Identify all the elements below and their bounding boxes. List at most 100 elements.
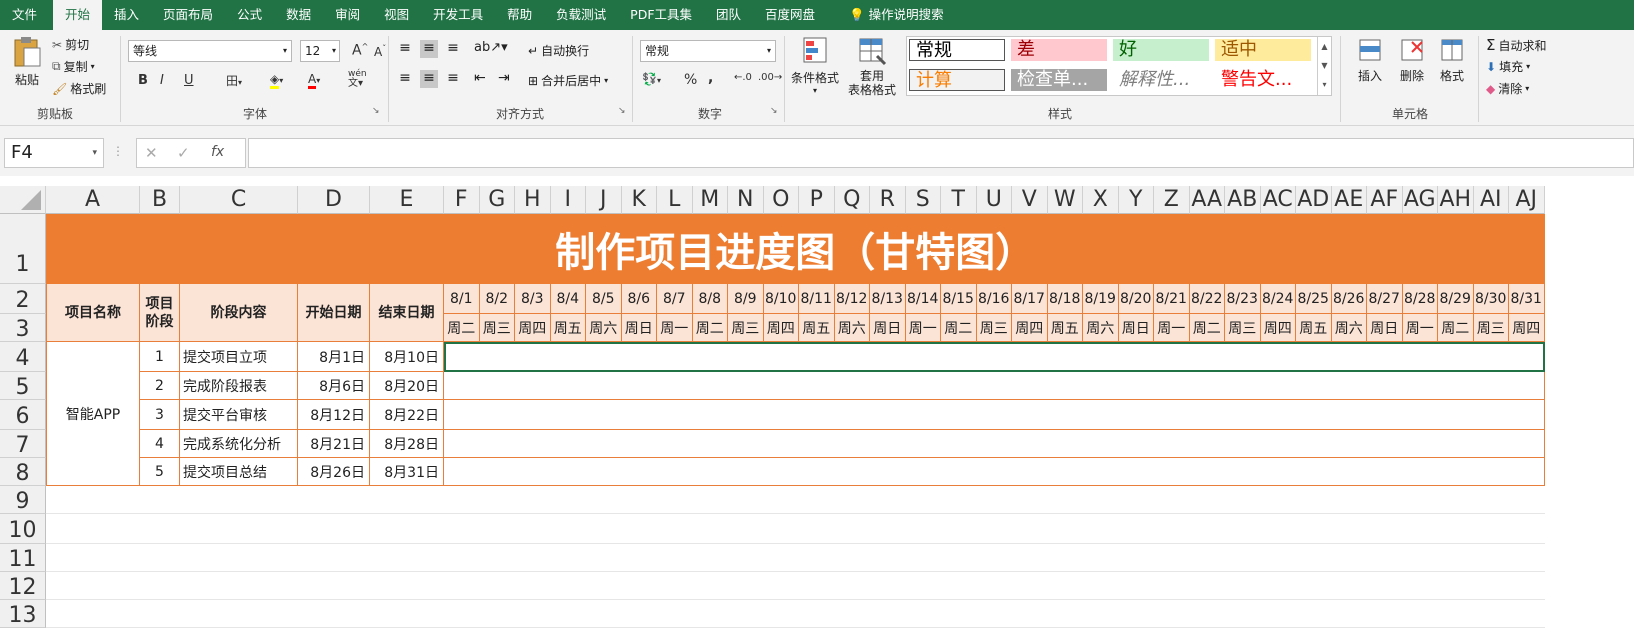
row-header-3[interactable]: 3 <box>0 314 46 342</box>
weekday-header[interactable]: 周六 <box>834 314 870 342</box>
comma-button[interactable]: , <box>708 70 713 86</box>
stage-cell[interactable]: 2 <box>140 372 180 400</box>
cell-style-6[interactable]: 解释性... <box>1113 69 1209 91</box>
select-all-corner[interactable] <box>0 186 46 214</box>
menu-2[interactable]: 插入 <box>102 0 151 30</box>
column-header-Z[interactable]: Z <box>1154 186 1190 214</box>
header-start[interactable]: 开始日期 <box>298 284 370 342</box>
weekday-header[interactable]: 周三 <box>976 314 1012 342</box>
date-header[interactable]: 8/11 <box>799 284 835 314</box>
clear-button[interactable]: ◆ 清除 ▾ <box>1486 80 1529 97</box>
cell-style-0[interactable]: 常规 <box>909 39 1005 61</box>
align-top-icon[interactable]: ≡ <box>396 40 414 58</box>
date-header[interactable]: 8/21 <box>1154 284 1190 314</box>
weekday-header[interactable]: 周五 <box>550 314 586 342</box>
copy-button[interactable]: ⧉ 复制 ▾ <box>52 58 95 75</box>
weekday-header[interactable]: 周二 <box>1438 314 1474 342</box>
cell-style-1[interactable]: 差 <box>1011 39 1107 61</box>
column-header-R[interactable]: R <box>870 186 906 214</box>
grow-font-button[interactable]: A^ <box>352 42 368 59</box>
bold-button[interactable]: B <box>138 73 148 88</box>
column-header-E[interactable]: E <box>370 186 444 214</box>
start-date-cell[interactable]: 8月6日 <box>298 372 370 400</box>
menu-6[interactable]: 审阅 <box>323 0 372 30</box>
row-header-10[interactable]: 10 <box>0 514 46 544</box>
menu-11[interactable]: PDF工具集 <box>618 0 704 30</box>
row-header-4[interactable]: 4 <box>0 342 46 372</box>
column-header-N[interactable]: N <box>728 186 764 214</box>
stage-cell[interactable]: 4 <box>140 430 180 458</box>
formula-input[interactable] <box>248 138 1634 168</box>
dialog-launcher-icon[interactable]: ↘ <box>618 106 626 116</box>
column-header-AI[interactable]: AI <box>1473 186 1509 214</box>
column-header-AG[interactable]: AG <box>1402 186 1438 214</box>
gantt-row[interactable] <box>444 430 1545 458</box>
menu-9[interactable]: 帮助 <box>495 0 544 30</box>
weekday-header[interactable]: 周五 <box>799 314 835 342</box>
date-header[interactable]: 8/4 <box>550 284 586 314</box>
fill-button[interactable]: ⬇ 填充 ▾ <box>1486 58 1530 75</box>
header-stage[interactable]: 项目 阶段 <box>140 284 180 342</box>
weekday-header[interactable]: 周五 <box>1296 314 1332 342</box>
menu-5[interactable]: 数据 <box>274 0 323 30</box>
stage-cell[interactable]: 3 <box>140 400 180 430</box>
align-right-icon[interactable]: ≡ <box>444 70 462 88</box>
menu-12[interactable]: 团队 <box>704 0 753 30</box>
stage-cell[interactable]: 5 <box>140 458 180 486</box>
cell-style-4[interactable]: 计算 <box>909 69 1005 91</box>
date-header[interactable]: 8/5 <box>586 284 622 314</box>
row-header-11[interactable]: 11 <box>0 544 46 572</box>
weekday-header[interactable]: 周四 <box>1509 314 1545 342</box>
menu-4[interactable]: 公式 <box>225 0 274 30</box>
empty-row[interactable] <box>46 514 1545 544</box>
date-header[interactable]: 8/28 <box>1402 284 1438 314</box>
empty-row[interactable] <box>46 486 1545 514</box>
column-header-X[interactable]: X <box>1083 186 1119 214</box>
date-header[interactable]: 8/25 <box>1296 284 1332 314</box>
weekday-header[interactable]: 周五 <box>1047 314 1083 342</box>
border-button[interactable]: 田▾ <box>226 72 242 89</box>
column-header-I[interactable]: I <box>550 186 586 214</box>
cut-button[interactable]: ✂ 剪切 <box>52 36 89 53</box>
cell-style-5[interactable]: 检查单... <box>1011 69 1107 91</box>
gallery-scroll-icon[interactable]: ▲ ▼ ▾ <box>1317 37 1331 95</box>
format-painter-button[interactable]: 🖌 格式刷 <box>52 80 106 97</box>
weekday-header[interactable]: 周二 <box>444 314 480 342</box>
conditional-format-button[interactable]: 条件格式 ▾ <box>790 36 840 95</box>
date-header[interactable]: 8/19 <box>1083 284 1119 314</box>
weekday-header[interactable]: 周日 <box>1367 314 1403 342</box>
decrease-decimal-icon[interactable]: .00→ <box>758 72 782 83</box>
date-header[interactable]: 8/14 <box>905 284 941 314</box>
row-header-1[interactable]: 1 <box>0 214 46 284</box>
start-date-cell[interactable]: 8月1日 <box>298 342 370 372</box>
orientation-icon[interactable]: ab↗▾ <box>474 40 508 55</box>
align-center-icon[interactable]: ≡ <box>420 70 438 88</box>
menu-10[interactable]: 负载测试 <box>544 0 618 30</box>
weekday-header[interactable]: 周三 <box>728 314 764 342</box>
weekday-header[interactable]: 周一 <box>1402 314 1438 342</box>
column-header-P[interactable]: P <box>799 186 835 214</box>
menu-0[interactable]: 文件 <box>0 0 49 30</box>
weekday-header[interactable]: 周日 <box>870 314 906 342</box>
enter-icon[interactable]: ✓ <box>177 144 190 162</box>
weekday-header[interactable]: 周四 <box>1012 314 1048 342</box>
end-date-cell[interactable]: 8月28日 <box>370 430 444 458</box>
menu-3[interactable]: 页面布局 <box>151 0 225 30</box>
date-header[interactable]: 8/20 <box>1118 284 1154 314</box>
column-header-F[interactable]: F <box>444 186 480 214</box>
font-name-dropdown[interactable]: 等线 ▾ <box>128 40 292 62</box>
column-header-Q[interactable]: Q <box>834 186 870 214</box>
date-header[interactable]: 8/13 <box>870 284 906 314</box>
start-date-cell[interactable]: 8月26日 <box>298 458 370 486</box>
row-header-2[interactable]: 2 <box>0 284 46 314</box>
content-cell[interactable]: 完成阶段报表 <box>180 372 298 400</box>
column-header-L[interactable]: L <box>657 186 693 214</box>
row-header-13[interactable]: 13 <box>0 600 46 628</box>
column-header-B[interactable]: B <box>140 186 180 214</box>
date-header[interactable]: 8/26 <box>1331 284 1367 314</box>
date-header[interactable]: 8/6 <box>621 284 657 314</box>
date-header[interactable]: 8/31 <box>1509 284 1545 314</box>
menu-14[interactable]: 💡 操作说明搜索 <box>837 0 956 30</box>
currency-button[interactable]: 💱▾ <box>642 72 661 86</box>
column-header-AJ[interactable]: AJ <box>1509 186 1545 214</box>
